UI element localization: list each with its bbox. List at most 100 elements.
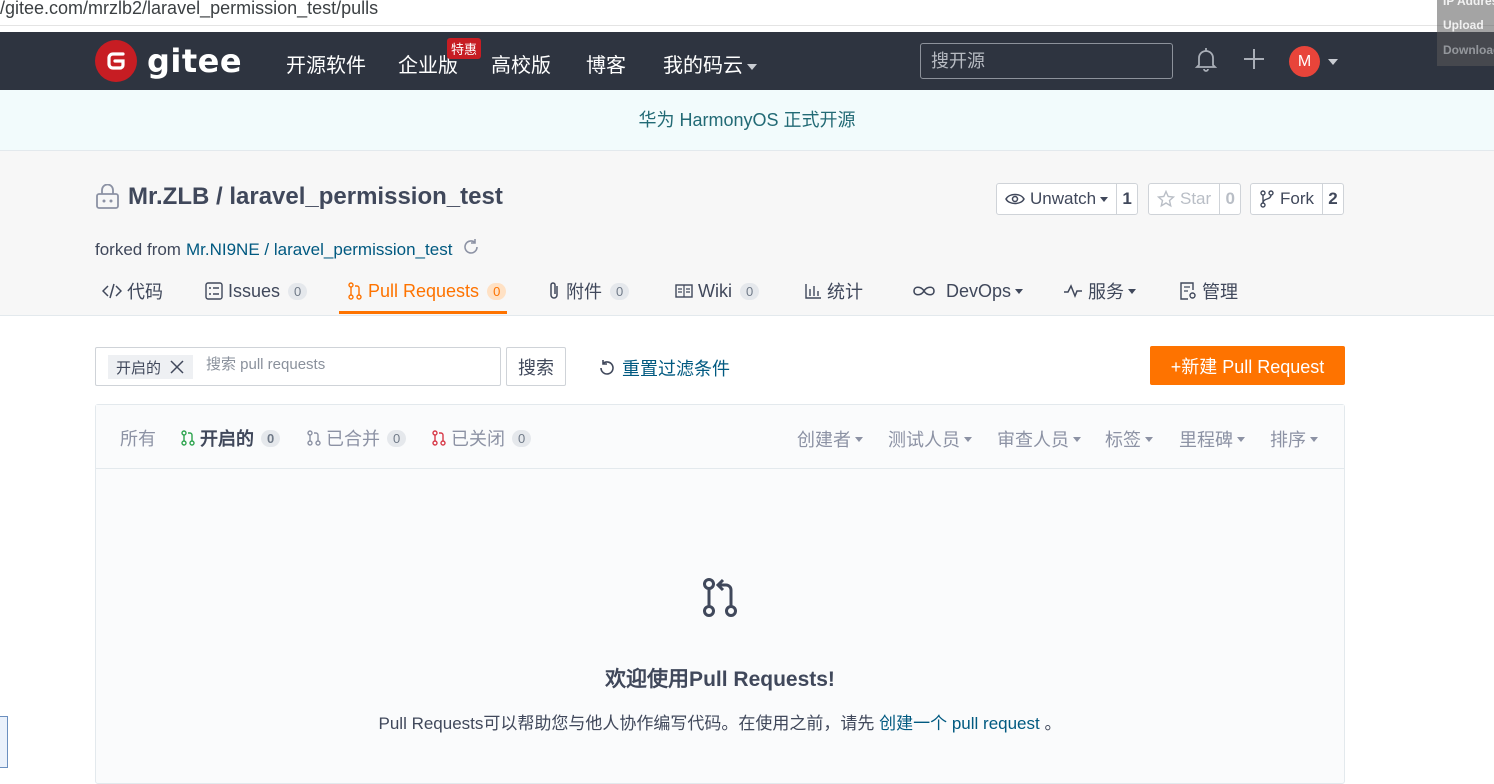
fork-label: Fork bbox=[1280, 189, 1314, 208]
nav-my-gitee[interactable]: 我的码云 bbox=[663, 49, 757, 78]
sync-icon[interactable] bbox=[461, 237, 481, 262]
filter-creator-dropdown[interactable]: 创建者 bbox=[797, 426, 863, 452]
create-pr-link[interactable]: 创建一个 pull request bbox=[879, 714, 1040, 733]
chevron-down-icon bbox=[1145, 436, 1153, 442]
sort-dropdown[interactable]: 排序 bbox=[1270, 426, 1318, 452]
filter-label-dropdown[interactable]: 标签 bbox=[1105, 426, 1153, 452]
fork-button-group: Fork 2 bbox=[1250, 183, 1344, 215]
state-open[interactable]: 开启的 0 bbox=[181, 425, 281, 451]
state-closed[interactable]: 已关闭 0 bbox=[432, 425, 532, 451]
tab-code[interactable]: 代码 bbox=[102, 277, 163, 305]
state-closed-label: 已关闭 bbox=[451, 429, 505, 449]
watch-button-group: Unwatch 1 bbox=[996, 183, 1139, 215]
reset-filters-link[interactable]: 重置过滤条件 bbox=[597, 355, 730, 381]
banner-text[interactable]: 华为 HarmonyOS 正式开源 bbox=[638, 110, 855, 130]
filter-reviewer-label: 审查人员 bbox=[997, 430, 1069, 450]
tab-stats[interactable]: 统计 bbox=[804, 277, 863, 305]
nav-promo-badge: 特惠 bbox=[447, 38, 482, 59]
repo-title: Mr.ZLB / laravel_permission_test bbox=[95, 183, 503, 211]
tab-devops[interactable]: DevOps bbox=[911, 277, 1024, 305]
filter-tester-dropdown[interactable]: 测试人员 bbox=[888, 426, 972, 452]
nav-search-input[interactable] bbox=[920, 43, 1173, 79]
tab-code-label: 代码 bbox=[127, 282, 163, 302]
empty-desc-prefix: Pull Requests可以帮助您与他人协作编写代码。在使用之前，请先 bbox=[378, 714, 880, 733]
bell-icon[interactable] bbox=[1194, 46, 1218, 79]
tab-attachments[interactable]: 附件 0 bbox=[547, 277, 630, 305]
filter-reviewer-dropdown[interactable]: 审查人员 bbox=[997, 426, 1081, 452]
lock-icon bbox=[96, 184, 119, 209]
forked-source-link[interactable]: Mr.NI9NE / laravel_permission_test bbox=[186, 240, 452, 260]
sort-label: 排序 bbox=[1270, 430, 1306, 450]
state-all[interactable]: 所有 bbox=[120, 425, 156, 451]
tab-pull-requests-count: 0 bbox=[487, 282, 507, 300]
tab-pull-requests[interactable]: Pull Requests 0 bbox=[347, 277, 507, 305]
nav-open-source[interactable]: 开源软件 bbox=[286, 49, 366, 78]
tab-attachments-label: 附件 bbox=[566, 282, 602, 302]
chevron-down-icon bbox=[855, 436, 863, 442]
eye-icon bbox=[1005, 193, 1025, 205]
star-button[interactable]: Star bbox=[1149, 184, 1221, 214]
state-all-label: 所有 bbox=[120, 429, 156, 449]
nav-my-gitee-label: 我的码云 bbox=[663, 55, 743, 77]
tab-issues[interactable]: Issues 0 bbox=[205, 277, 308, 305]
code-icon bbox=[102, 282, 122, 300]
gitee-logo[interactable]: gitee bbox=[95, 40, 242, 82]
filter-chip-open[interactable]: 开启的 bbox=[108, 355, 194, 379]
nav-blog[interactable]: 博客 bbox=[586, 49, 626, 78]
paperclip-icon bbox=[547, 281, 561, 301]
state-merged-count: 0 bbox=[387, 429, 407, 447]
fork-icon bbox=[1260, 190, 1274, 208]
gitee-logo-icon bbox=[95, 40, 137, 82]
empty-state-title: 欢迎使用Pull Requests! bbox=[605, 668, 835, 691]
tab-manage[interactable]: 管理 bbox=[1179, 277, 1238, 305]
chevron-down-icon bbox=[1128, 288, 1136, 294]
tab-services[interactable]: 服务 bbox=[1063, 277, 1136, 305]
repo-name-link[interactable]: Mr.ZLB / laravel_permission_test bbox=[128, 183, 503, 211]
repo-header: Mr.ZLB / laravel_permission_test forked … bbox=[0, 151, 1494, 316]
chevron-down-icon bbox=[1073, 436, 1081, 442]
browser-url-bar[interactable]: /gitee.com/mrzlb2/laravel_permission_tes… bbox=[0, 0, 1494, 26]
chevron-down-icon bbox=[747, 63, 757, 70]
extension-panel[interactable]: IP Address Upload Download bbox=[1437, 0, 1494, 66]
avatar-chevron-down-icon[interactable] bbox=[1328, 59, 1338, 65]
reset-filters-label: 重置过滤条件 bbox=[622, 359, 730, 379]
fork-button[interactable]: Fork bbox=[1251, 184, 1323, 214]
filter-creator-label: 创建者 bbox=[797, 430, 851, 450]
issues-icon bbox=[205, 282, 223, 300]
tab-wiki-count: 0 bbox=[740, 282, 760, 300]
forked-from: forked from Mr.NI9NE / laravel_permissio… bbox=[95, 237, 481, 262]
tab-wiki-label: Wiki bbox=[698, 280, 732, 301]
infinity-icon bbox=[911, 284, 937, 298]
avatar[interactable]: M bbox=[1289, 46, 1320, 77]
ext-line-ip: IP Address bbox=[1443, 0, 1494, 8]
open-pr-icon bbox=[181, 430, 195, 446]
url-text[interactable]: /gitee.com/mrzlb2/laravel_permission_tes… bbox=[0, 0, 378, 19]
search-button[interactable]: 搜索 bbox=[506, 347, 566, 386]
settings-doc-icon bbox=[1179, 281, 1197, 301]
nav-university[interactable]: 高校版 bbox=[491, 49, 551, 78]
chevron-down-icon bbox=[1237, 436, 1245, 442]
filter-milestone-label: 里程碑 bbox=[1179, 430, 1233, 450]
watch-count[interactable]: 1 bbox=[1117, 184, 1137, 214]
pull-request-icon bbox=[347, 282, 363, 300]
state-closed-count: 0 bbox=[512, 429, 532, 447]
plus-icon[interactable] bbox=[1242, 47, 1266, 76]
chevron-down-icon bbox=[964, 436, 972, 442]
filter-milestone-dropdown[interactable]: 里程碑 bbox=[1179, 426, 1245, 452]
announcement-banner[interactable]: 华为 HarmonyOS 正式开源 bbox=[0, 90, 1494, 151]
tab-stats-label: 统计 bbox=[827, 282, 863, 302]
pr-search-input[interactable] bbox=[206, 356, 486, 373]
tab-wiki[interactable]: Wiki 0 bbox=[675, 277, 760, 305]
unwatch-button[interactable]: Unwatch bbox=[997, 184, 1118, 214]
merged-pr-icon bbox=[307, 430, 321, 446]
star-count[interactable]: 0 bbox=[1220, 184, 1240, 214]
star-label: Star bbox=[1180, 189, 1212, 208]
pr-filter-box[interactable]: 开启的 bbox=[95, 347, 501, 386]
state-merged[interactable]: 已合并 0 bbox=[307, 425, 407, 451]
fork-count[interactable]: 2 bbox=[1323, 184, 1343, 214]
forked-prefix: forked from bbox=[95, 239, 181, 259]
star-icon bbox=[1157, 190, 1175, 208]
active-tab-indicator bbox=[339, 311, 507, 314]
close-icon[interactable] bbox=[169, 359, 185, 375]
new-pull-request-button[interactable]: +新建 Pull Request bbox=[1150, 346, 1345, 385]
